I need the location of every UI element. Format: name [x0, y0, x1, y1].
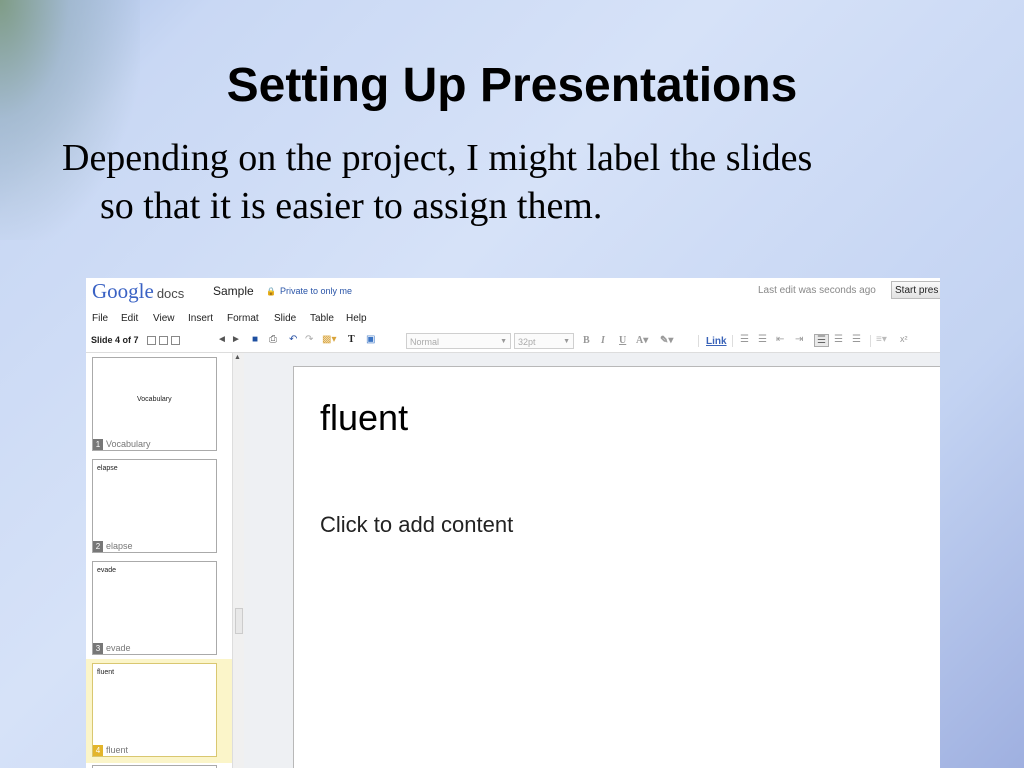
menu-edit[interactable]: Edit: [121, 313, 138, 324]
thumbnail-slide-4[interactable]: fluent 4 fluent: [86, 659, 232, 763]
thumbnail-number: 3: [93, 643, 103, 654]
size-select-value: 32pt: [518, 337, 536, 347]
insert-image-icon[interactable]: ▩▾: [322, 334, 336, 345]
app-header: Google docs Sample 🔒 Private to only me La…: [86, 278, 940, 308]
slide-editor-area: fluent Click to add content: [244, 353, 940, 768]
thumbnail-text: Vocabulary: [137, 396, 172, 403]
scroll-up-icon[interactable]: ▲: [234, 354, 241, 361]
superscript-icon[interactable]: x²: [900, 334, 908, 344]
chevron-down-icon: ▼: [563, 338, 570, 345]
slide-title-placeholder[interactable]: fluent: [320, 397, 408, 439]
font-size-select[interactable]: 32pt ▼: [514, 333, 574, 349]
slide-thumbnail-panel: Vocabulary 1 Vocabulary elapse 2 elapse …: [86, 353, 232, 768]
align-center-icon[interactable]: ☰: [834, 334, 843, 345]
slide-content-placeholder[interactable]: Click to add content: [320, 512, 513, 538]
undo-icon[interactable]: ↶: [289, 334, 297, 345]
new-slide-icon[interactable]: [147, 336, 156, 345]
text-color-icon[interactable]: A▾: [636, 335, 648, 346]
text-box-icon[interactable]: T: [348, 334, 355, 345]
thumbnail-label: fluent: [106, 745, 129, 755]
thumbnail-preview[interactable]: elapse 2 elapse: [92, 459, 217, 553]
insert-link-button[interactable]: Link: [706, 336, 727, 347]
increase-indent-icon[interactable]: ⇥: [795, 334, 803, 345]
thumbnail-slide-1[interactable]: Vocabulary 1 Vocabulary: [86, 353, 232, 455]
thumbnail-scrollbar[interactable]: ▲: [232, 353, 244, 768]
menu-help[interactable]: Help: [346, 313, 367, 324]
last-edit-status: Last edit was seconds ago: [758, 285, 876, 296]
chevron-down-icon: ▼: [500, 338, 507, 345]
toolbar-separator: [870, 335, 871, 347]
sharing-status[interactable]: 🔒 Private to only me: [266, 286, 352, 296]
thumbnail-preview[interactable]: fluent 4 fluent: [92, 663, 217, 757]
print-icon[interactable]: ⎙: [269, 334, 277, 345]
thumbnail-text: evade: [97, 567, 117, 574]
thumbnail-text: elapse: [97, 465, 118, 472]
slide-body: Depending on the project, I might label …: [62, 134, 982, 230]
thumbnail-label: Vocabulary: [106, 439, 151, 449]
paragraph-style-select[interactable]: Normal ▼: [406, 333, 511, 349]
document-title[interactable]: Sample: [213, 284, 254, 298]
thumbnail-number: 1: [93, 439, 103, 450]
toolbar-separator: [698, 335, 699, 347]
bulleted-list-icon[interactable]: ☰: [758, 334, 767, 345]
menu-slide[interactable]: Slide: [274, 313, 296, 324]
menu-insert[interactable]: Insert: [188, 313, 213, 324]
thumbnail-slide-2[interactable]: elapse 2 elapse: [86, 455, 232, 557]
underline-icon[interactable]: U: [619, 335, 626, 346]
slide-count: Slide 4 of 7: [91, 335, 139, 345]
start-presentation-button[interactable]: Start pres: [891, 281, 940, 299]
image-icon[interactable]: ▣: [366, 334, 375, 345]
delete-slide-icon[interactable]: [171, 336, 180, 345]
thumbnail-number: 4: [93, 745, 103, 756]
next-slide-icon[interactable]: ►: [231, 334, 241, 345]
menu-bar: File Edit View Insert Format Slide Table…: [86, 310, 940, 330]
thumbnail-preview[interactable]: evade 3 evade: [92, 561, 217, 655]
google-docs-logo[interactable]: Google docs: [92, 279, 184, 304]
thumbnail-label: elapse: [106, 541, 133, 551]
slide-body-line-2: so that it is easier to assign them.: [100, 185, 603, 227]
thumbnail-slide-3[interactable]: evade 3 evade: [86, 557, 232, 659]
logo-google: Google: [92, 279, 154, 303]
bold-icon[interactable]: B: [583, 335, 590, 346]
menu-file[interactable]: File: [92, 313, 108, 324]
thumbnail-text: fluent: [97, 669, 115, 676]
more-options-icon[interactable]: ≡▾: [876, 334, 887, 345]
slide-canvas[interactable]: fluent Click to add content: [293, 366, 940, 768]
lock-icon: 🔒: [266, 287, 276, 296]
toolbar: Slide 4 of 7 ◄ ► ■ ⎙ ↶ ↷ ▩▾ T ▣ Normal ▼ …: [86, 330, 940, 353]
align-left-icon[interactable]: ☰: [814, 334, 829, 347]
menu-view[interactable]: View: [153, 313, 175, 324]
previous-slide-icon[interactable]: ◄: [217, 334, 227, 345]
thumbnail-label: evade: [106, 643, 131, 653]
menu-table[interactable]: Table: [310, 313, 334, 324]
thumbnail-number: 2: [93, 541, 103, 552]
menu-format[interactable]: Format: [227, 313, 259, 324]
duplicate-slide-icon[interactable]: [159, 336, 168, 345]
slide-body-line-1: Depending on the project, I might label …: [62, 137, 813, 179]
decrease-indent-icon[interactable]: ⇤: [776, 334, 784, 345]
highlight-color-icon[interactable]: ✎▾: [660, 335, 673, 346]
redo-icon[interactable]: ↷: [305, 334, 313, 345]
thumbnail-preview[interactable]: Vocabulary 1 Vocabulary: [92, 357, 217, 451]
logo-docs: docs: [156, 286, 185, 301]
privacy-label: Private to only me: [279, 286, 352, 296]
scrollbar-grip[interactable]: [235, 608, 243, 634]
italic-icon[interactable]: I: [601, 335, 605, 346]
google-docs-screenshot: Google docs Sample 🔒 Private to only me La…: [86, 278, 940, 768]
align-right-icon[interactable]: ☰: [852, 334, 861, 345]
slide-title: Setting Up Presentations: [226, 59, 798, 112]
numbered-list-icon[interactable]: ☰: [740, 334, 749, 345]
save-icon[interactable]: ■: [252, 334, 258, 345]
toolbar-separator: [732, 335, 733, 347]
style-select-value: Normal: [410, 337, 440, 347]
